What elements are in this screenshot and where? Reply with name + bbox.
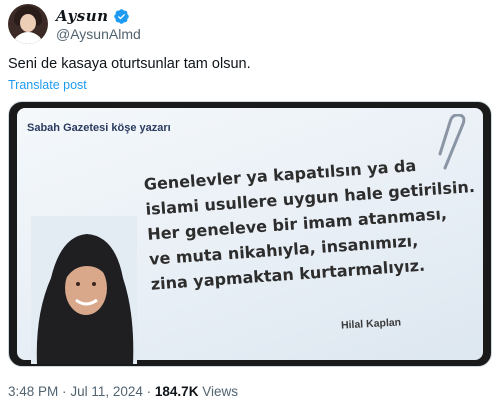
meta-separator: · bbox=[62, 384, 67, 399]
tweet-text: Seni de kasaya oturtsunlar tam olsun. bbox=[8, 56, 251, 72]
views-label: Views bbox=[202, 384, 238, 399]
display-name[interactable]: Aysun bbox=[56, 7, 109, 25]
tweet-meta: 3:48 PM · Jul 11, 2024 · 184.7K Views bbox=[8, 384, 238, 399]
newspaper-clipping: Sabah Gazetesi köşe yazarı Genelevler ya… bbox=[17, 108, 483, 364]
views-count: 184.7K bbox=[154, 384, 199, 399]
translate-post-link[interactable]: Translate post bbox=[8, 78, 87, 92]
tweet-date[interactable]: Jul 11, 2024 bbox=[70, 384, 143, 399]
author-portrait-image bbox=[31, 216, 137, 364]
user-handle[interactable]: @AysunAlmd bbox=[56, 26, 141, 42]
verified-badge-icon bbox=[113, 8, 129, 24]
tweet-header: Aysun @AysunAlmd bbox=[8, 4, 492, 48]
avatar[interactable] bbox=[8, 4, 48, 44]
newspaper-title: Sabah Gazetesi köşe yazarı bbox=[27, 122, 171, 134]
tweet-media-image[interactable]: Sabah Gazetesi köşe yazarı Genelevler ya… bbox=[8, 101, 492, 367]
quote-author: Hilal Kaplan bbox=[340, 316, 402, 332]
quote-text: Genelevler ya kapatılsın ya da islami us… bbox=[143, 148, 491, 296]
meta-separator: · bbox=[146, 384, 152, 399]
author-name-row: Aysun bbox=[56, 6, 130, 26]
tweet-time[interactable]: 3:48 PM bbox=[8, 384, 58, 399]
